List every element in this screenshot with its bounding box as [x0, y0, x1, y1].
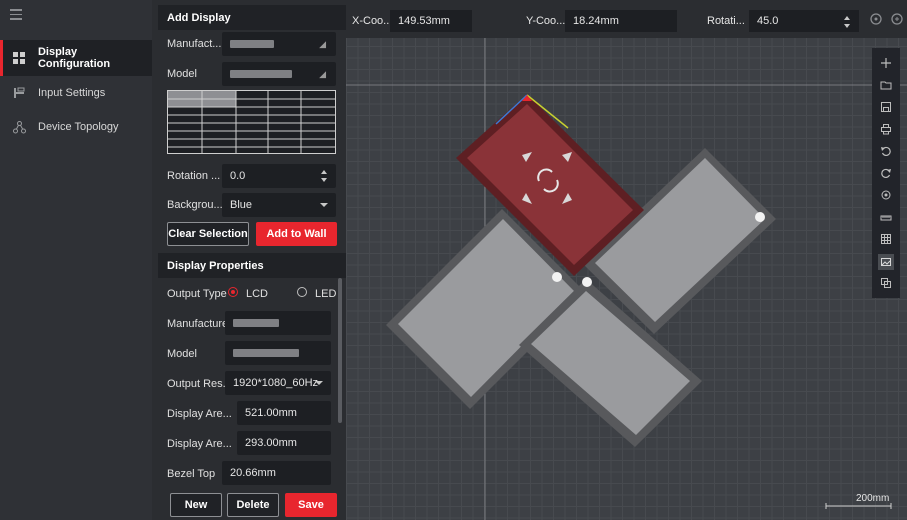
delete-button[interactable]: Delete [227, 493, 279, 517]
display-area-width-field[interactable]: 521.00mm [237, 401, 331, 425]
output-res-label: Output Res... [167, 378, 232, 390]
left-nav: Display Configuration Input Settings Dev… [0, 0, 152, 520]
radio-led-label: LED [315, 288, 337, 300]
y-coordinate-value: 18.24mm [573, 15, 619, 27]
blurred-value [233, 349, 299, 357]
model-label: Model [167, 68, 197, 80]
blurred-value [230, 40, 274, 48]
rotation-label: Rotation ... [167, 170, 221, 182]
wall-grid-preview[interactable] [167, 90, 336, 154]
output-res-select[interactable]: 1920*1080_60Hz [225, 371, 331, 395]
align-icon[interactable] [890, 12, 904, 26]
chevron-down-icon [315, 381, 323, 385]
nav-item-label: Display Configuration [37, 46, 111, 70]
redo-icon[interactable] [879, 166, 893, 180]
prop-manufacturer-field[interactable] [225, 311, 331, 335]
scale-label: 200mm [856, 493, 890, 504]
undo-icon[interactable] [879, 144, 893, 158]
bezel-top-field[interactable]: 20.66mm [222, 461, 331, 485]
rotation-coordinate-value: 45.0 [757, 15, 779, 27]
grid-icon[interactable] [879, 232, 893, 246]
output-type-label: Output Type [167, 288, 227, 300]
device-topology-icon [12, 120, 26, 134]
stepper-arrows-icon[interactable] [321, 170, 327, 182]
blurred-value [233, 319, 279, 327]
clear-selection-button[interactable]: Clear Selection [167, 222, 249, 246]
input-settings-icon [12, 86, 26, 100]
canvas-toolbar [872, 48, 900, 298]
new-button[interactable]: New [170, 493, 222, 517]
background-label: Backgrou... [167, 199, 223, 211]
open-folder-icon[interactable] [879, 78, 893, 92]
prop-model-field[interactable] [225, 341, 331, 365]
locate-icon[interactable] [879, 188, 893, 202]
print-icon[interactable] [879, 122, 893, 136]
display-properties-title: Display Properties [158, 253, 346, 278]
rotation-value: 0.0 [230, 170, 246, 182]
rotation-stepper[interactable]: 0.0 [222, 164, 336, 188]
output-res-value: 1920*1080_60Hz [233, 377, 319, 389]
display-area-width-value: 521.00mm [245, 407, 297, 419]
save-icon[interactable] [879, 100, 893, 114]
copy-layers-icon[interactable] [879, 276, 893, 290]
blurred-value [230, 70, 292, 78]
manufacturer-label: Manufact... [167, 38, 222, 50]
add-to-wall-button[interactable]: Add to Wall [256, 222, 337, 246]
manufacturer-select[interactable]: ◢ [222, 32, 336, 56]
add-icon[interactable] [879, 56, 893, 70]
ruler-icon[interactable] [879, 210, 893, 224]
display-area-height-value: 293.00mm [245, 437, 297, 449]
bezel-top-label: Bezel Top [167, 468, 216, 480]
prop-model-label: Model [167, 348, 197, 360]
nav-item-input-settings[interactable]: Input Settings [0, 75, 152, 111]
stepper-arrows-icon[interactable] [844, 16, 850, 28]
background-select[interactable]: Blue [222, 193, 336, 217]
prop-manufacturer-label: Manufacturer [167, 318, 232, 330]
edit-icon: ◢ [319, 69, 326, 79]
background-value: Blue [230, 199, 253, 211]
nav-item-device-topology[interactable]: Device Topology [0, 109, 152, 145]
add-display-title: Add Display [158, 5, 346, 30]
nav-item-label: Device Topology [38, 121, 119, 133]
display-config-icon [12, 51, 26, 65]
y-coordinate-label: Y-Coo... [526, 15, 566, 27]
nav-item-label: Input Settings [38, 87, 106, 99]
model-select[interactable]: ◢ [222, 62, 336, 86]
display-area-width-label: Display Are... [167, 408, 232, 420]
x-coordinate-label: X-Coo... [352, 15, 393, 27]
radio-lcd[interactable] [228, 287, 238, 297]
rotation-coordinate-label: Rotati... [707, 15, 745, 27]
reset-rotation-icon[interactable] [869, 12, 883, 26]
bezel-top-value: 20.66mm [230, 467, 276, 479]
wall-canvas[interactable]: 200mm [346, 0, 907, 520]
rotation-coordinate-field[interactable]: 45.0 [749, 10, 859, 32]
hamburger-menu-icon[interactable] [10, 9, 22, 20]
x-coordinate-field[interactable]: 149.53mm [390, 10, 472, 32]
image-icon[interactable] [878, 254, 894, 270]
y-coordinate-field[interactable]: 18.24mm [565, 10, 677, 32]
panel-scrollbar[interactable] [338, 278, 342, 423]
display-area-height-label: Display Are... [167, 438, 232, 450]
chevron-down-icon [320, 203, 328, 207]
radio-led[interactable] [297, 287, 307, 297]
nav-item-display-configuration[interactable]: Display Configuration [0, 40, 152, 76]
edit-icon: ◢ [319, 39, 326, 49]
save-button[interactable]: Save [285, 493, 337, 517]
radio-lcd-label: LCD [246, 288, 269, 300]
x-coordinate-value: 149.53mm [398, 15, 450, 27]
display-area-height-field[interactable]: 293.00mm [237, 431, 331, 455]
